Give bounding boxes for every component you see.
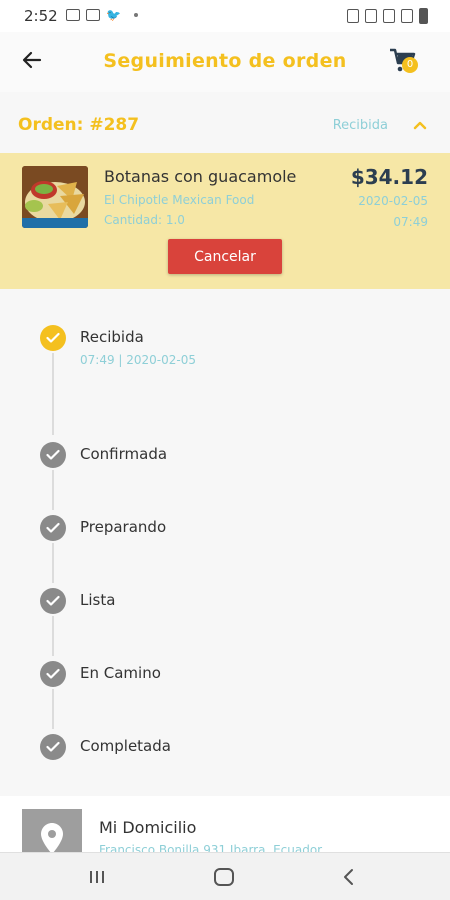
step-label: Completada [80, 737, 171, 755]
cast-notification-icon [86, 9, 100, 21]
item-price: $34.12 [350, 165, 428, 189]
status-bar: 2:52 🐦 [0, 0, 450, 32]
more-notifications-icon [134, 13, 138, 17]
order-status: Recibida [332, 118, 388, 133]
cart-count-badge: 0 [402, 57, 418, 73]
signal-icon [401, 9, 413, 23]
check-icon [40, 588, 66, 614]
twitter-notification-icon: 🐦 [106, 8, 121, 22]
app-bar: Seguimiento de orden 0 [0, 32, 450, 92]
nav-back-icon[interactable] [341, 868, 357, 886]
system-icons [347, 8, 428, 24]
step-label: Confirmada [80, 445, 168, 463]
check-icon [40, 442, 66, 468]
timeline-connector [52, 353, 54, 435]
step-timestamp: 07:49 | 2020-02-05 [80, 353, 196, 367]
step-label: En Camino [80, 664, 161, 682]
system-nav-bar [0, 852, 450, 900]
step-label: Recibida [80, 328, 144, 346]
timeline-step-recibida: Recibida 07:49 | 2020-02-05 [40, 325, 420, 367]
check-icon [40, 325, 66, 351]
battery-icon [419, 8, 428, 24]
check-icon [40, 515, 66, 541]
timeline-step-confirmada: Confirmada [40, 442, 420, 482]
food-image [22, 166, 88, 228]
step-label: Lista [80, 591, 116, 609]
order-number: Orden: #287 [18, 115, 140, 135]
order-item-card: Botanas con guacamole El Chipotle Mexica… [0, 153, 450, 289]
page-title: Seguimiento de orden [103, 50, 347, 72]
order-date: 2020-02-05 [358, 194, 428, 208]
order-header[interactable]: Orden: #287 Recibida [0, 105, 450, 147]
recents-icon[interactable] [89, 869, 105, 885]
step-label: Preparando [80, 518, 167, 536]
notification-icons: 🐦 [66, 9, 138, 21]
status-time: 2:52 [24, 7, 58, 25]
mute-icon [365, 9, 377, 23]
restaurant-name: El Chipotle Mexican Food [104, 193, 255, 207]
food-name: Botanas con guacamole [104, 167, 297, 186]
check-icon [40, 661, 66, 687]
order-time: 07:49 [393, 215, 428, 229]
home-icon[interactable] [214, 868, 234, 886]
delivery-address-card[interactable]: Mi Domicilio Francisco Bonilla 931 Ibarr… [0, 796, 450, 857]
item-quantity: Cantidad: 1.0 [104, 213, 185, 227]
timeline-step-lista: Lista [40, 588, 420, 628]
address-title: Mi Domicilio [99, 818, 197, 837]
check-icon [40, 734, 66, 760]
cancel-order-button[interactable]: Cancelar [168, 239, 282, 274]
alarm-icon [347, 9, 359, 23]
gallery-notification-icon [66, 9, 80, 21]
chevron-up-icon[interactable] [412, 117, 428, 133]
timeline-step-en-camino: En Camino [40, 661, 420, 701]
timeline-step-completada: Completada [40, 734, 420, 774]
timeline-step-preparando: Preparando [40, 515, 420, 555]
order-timeline: Recibida 07:49 | 2020-02-05 Confirmada P… [0, 305, 450, 785]
wifi-icon [383, 9, 395, 23]
location-pin-icon [22, 809, 82, 856]
